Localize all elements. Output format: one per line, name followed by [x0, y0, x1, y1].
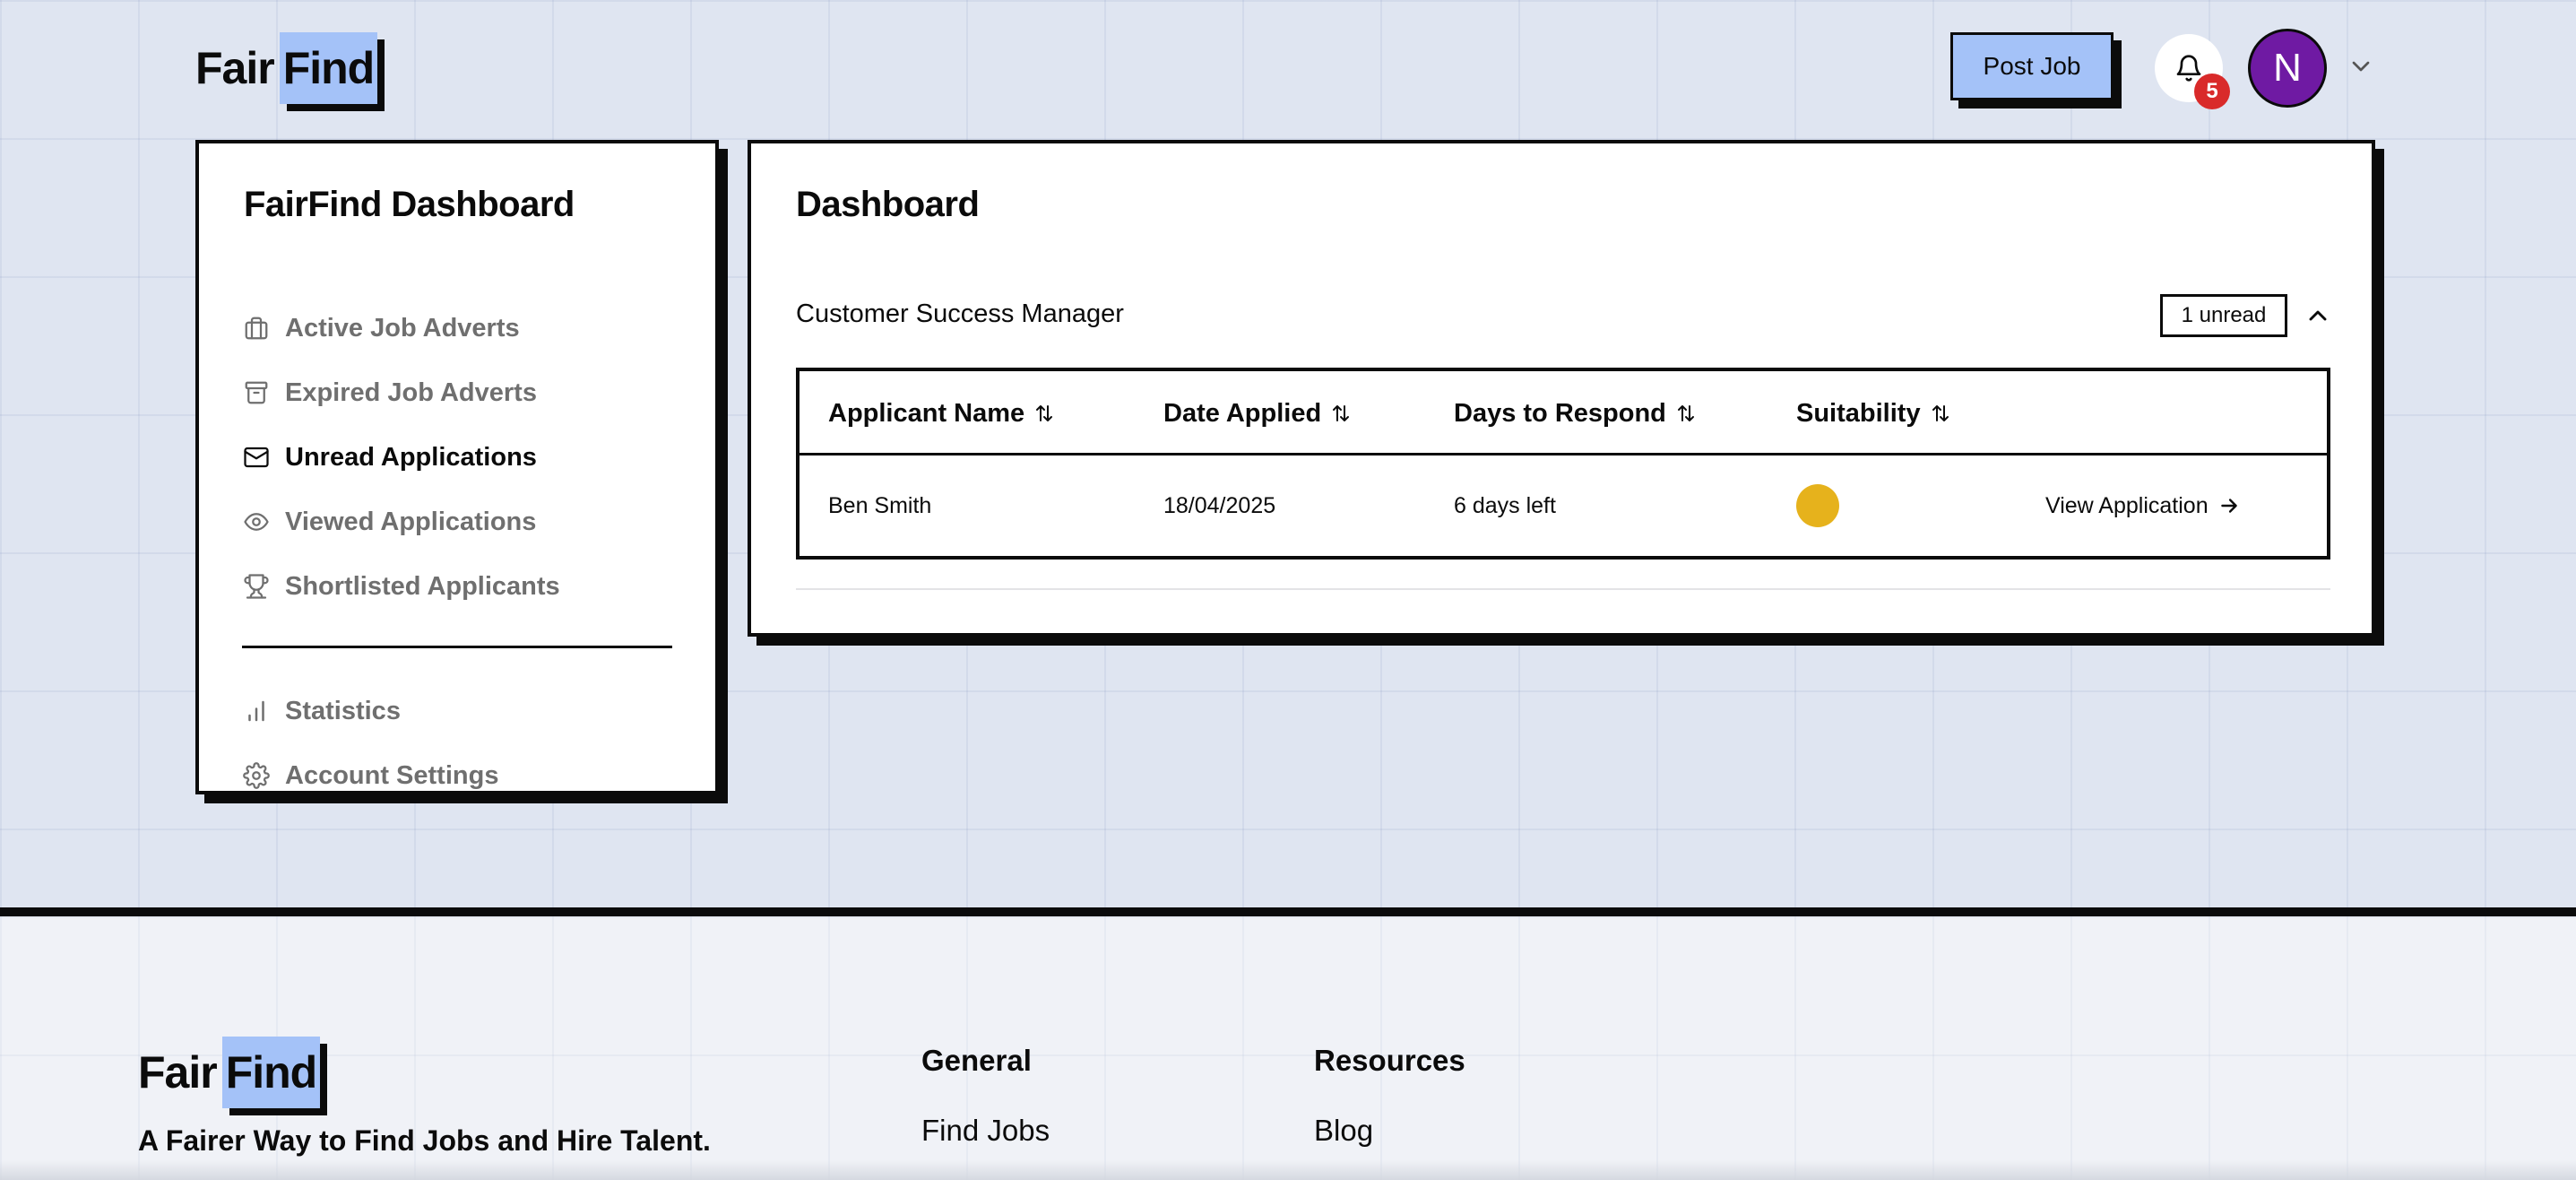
header-logo[interactable]: Fair Find [195, 32, 378, 104]
suitability-cell [1796, 456, 1839, 556]
trophy-icon [242, 572, 271, 601]
sidebar-item-label: Expired Job Adverts [285, 377, 537, 407]
column-header-date-applied[interactable]: Date Applied [1163, 371, 1352, 456]
sidebar-item-account-settings[interactable]: Account Settings [242, 743, 672, 808]
page-title: Dashboard [796, 185, 980, 224]
job-group-title: Customer Success Manager [796, 299, 1124, 328]
sidebar-item-label: Shortlisted Applicants [285, 571, 560, 601]
column-header-label: Days to Respond [1454, 398, 1666, 428]
sidebar-nav: Active Job Adverts Expired Job Adverts U… [242, 296, 672, 808]
envelope-icon [242, 443, 271, 472]
sidebar-item-expired-job-adverts[interactable]: Expired Job Adverts [242, 360, 672, 425]
footer-column-title-general: General [921, 1044, 1032, 1077]
sidebar-item-label: Unread Applications [285, 442, 537, 472]
table-row: Ben Smith 18/04/2025 6 days left View Ap… [800, 456, 2327, 556]
archive-icon [242, 378, 271, 407]
footer-tagline: A Fairer Way to Find Jobs and Hire Talen… [138, 1124, 711, 1157]
footer-link-blog[interactable]: Blog [1314, 1114, 1373, 1148]
logo-word-fair: Fair [195, 43, 275, 93]
footer-link-find-jobs[interactable]: Find Jobs [921, 1114, 1050, 1148]
date-applied-cell: 18/04/2025 [1163, 492, 1276, 518]
table-header: Applicant Name Date Applied Days to Resp… [800, 371, 2327, 456]
footer-logo[interactable]: Fair Find [138, 1037, 321, 1108]
column-header-label: Suitability [1796, 398, 1921, 428]
sidebar-item-label: Account Settings [285, 760, 499, 790]
unread-badge: 1 unread [2160, 294, 2287, 337]
dashboard-panel: Dashboard Customer Success Manager 1 unr… [748, 140, 2375, 637]
sidebar-item-label: Viewed Applications [285, 507, 537, 536]
eye-icon [242, 508, 271, 536]
chevron-up-icon[interactable] [2304, 301, 2332, 330]
sidebar-item-shortlisted-applicants[interactable]: Shortlisted Applicants [242, 554, 672, 619]
suitability-indicator [1796, 484, 1839, 527]
arrow-right-icon [2217, 494, 2241, 517]
post-job-button[interactable]: Post Job [1950, 32, 2114, 100]
column-header-applicant-name[interactable]: Applicant Name [828, 371, 1055, 456]
sort-icon [1675, 403, 1697, 424]
footer-column-title-resources: Resources [1314, 1044, 1465, 1077]
applications-table: Applicant Name Date Applied Days to Resp… [796, 368, 2330, 560]
top-bar: Fair Find Post Job 5 N [0, 0, 2576, 134]
panel-separator [796, 588, 2330, 590]
sidebar-title: FairFind Dashboard [244, 185, 575, 224]
chevron-down-icon[interactable] [2347, 52, 2375, 81]
sidebar-item-unread-applications[interactable]: Unread Applications [242, 425, 672, 490]
sort-icon [1033, 403, 1055, 424]
sidebar: FairFind Dashboard Active Job Adverts Ex… [195, 140, 719, 794]
notifications-button[interactable]: 5 [2155, 34, 2230, 109]
sidebar-item-active-job-adverts[interactable]: Active Job Adverts [242, 296, 672, 360]
action-cell: View Application [2045, 456, 2241, 556]
sidebar-item-label: Statistics [285, 696, 401, 725]
bar-chart-icon [242, 697, 271, 725]
sidebar-divider [242, 646, 672, 648]
column-header-label: Date Applied [1163, 398, 1322, 428]
gear-icon [242, 761, 271, 790]
days-to-respond-cell: 6 days left [1454, 492, 1556, 518]
sort-icon [1330, 403, 1352, 424]
column-header-days-to-respond[interactable]: Days to Respond [1454, 371, 1697, 456]
briefcase-icon [242, 314, 271, 343]
view-application-label: View Application [2045, 492, 2209, 518]
logo-word-find: Find [279, 32, 378, 104]
column-header-label: Applicant Name [828, 398, 1025, 428]
logo-word-fair: Fair [138, 1047, 218, 1098]
sidebar-item-statistics[interactable]: Statistics [242, 679, 672, 743]
sort-icon [1930, 403, 1951, 424]
sidebar-item-label: Active Job Adverts [285, 313, 520, 343]
avatar[interactable]: N [2248, 29, 2327, 108]
logo-word-find: Find [221, 1037, 321, 1108]
applicant-name-cell: Ben Smith [828, 492, 932, 518]
sidebar-item-viewed-applications[interactable]: Viewed Applications [242, 490, 672, 554]
notification-count-badge: 5 [2194, 74, 2230, 109]
footer: Fair Find A Fairer Way to Find Jobs and … [0, 907, 2576, 1180]
footer-fade [0, 1160, 2576, 1180]
column-header-suitability[interactable]: Suitability [1796, 371, 1951, 456]
view-application-link[interactable]: View Application [2045, 493, 2241, 519]
